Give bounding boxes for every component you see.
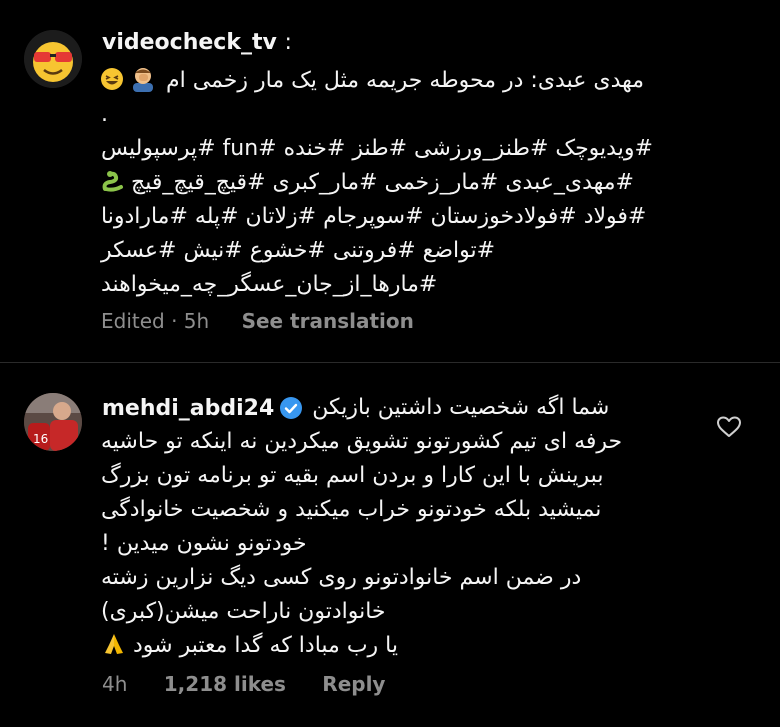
caption-hashtags-5[interactable]: #مارها_از_جان_عسگر_چه_میخواهند	[101, 268, 437, 302]
sunglasses-face-avatar	[24, 30, 82, 88]
caption-text-line-1: مهدی عبدی: در محوطه جریمه مثل یک مار زخم…	[166, 68, 645, 93]
reply-button[interactable]: Reply	[322, 672, 385, 696]
comment-header: mehdi_abdi24 شما اگه شخصیت داشتین بازیکن	[102, 391, 609, 425]
comment-line-5: خودتونو نشون میدین !	[101, 531, 307, 556]
snake-emoji	[101, 169, 125, 197]
man-facepalming-emoji	[130, 66, 156, 96]
comment-time: 4h	[102, 672, 128, 696]
caption-meta: Edited · 5h See translation	[101, 309, 414, 333]
caption-hashtags-1[interactable]: #ویدیوچک #طنز_ورزشی #طنز #خنده #fun #پرس…	[101, 132, 653, 166]
folded-hands-emoji	[101, 631, 127, 661]
caption-dot: .	[101, 102, 108, 127]
heart-icon[interactable]	[716, 415, 742, 439]
comment-line-3: ببرینش با این کارا و بردن اسم بقیه تو بر…	[101, 463, 604, 488]
caption-colon: :	[284, 30, 292, 55]
comment-line-4: نمیشید بلکه خودتونو خراب میکنید و شخصیت …	[101, 497, 602, 522]
svg-text:16: 16	[33, 432, 48, 446]
divider	[0, 362, 780, 363]
comment-line-8-row: یا رب مبادا که گدا معتبر شود	[101, 629, 398, 663]
comment-username[interactable]: mehdi_abdi24	[102, 396, 274, 421]
laughing-emoji	[100, 67, 124, 95]
comment-meta: 4h 1,218 likes Reply	[102, 672, 385, 696]
caption-line-1: مهدی عبدی: در محوطه جریمه مثل یک مار زخم…	[100, 64, 644, 98]
caption-hashtags-3[interactable]: #فولاد #فولادخوزستان #سوپرجام #زلاتان #پ…	[101, 200, 646, 234]
see-translation-button[interactable]: See translation	[242, 309, 414, 333]
comment-line-2: حرفه ای تیم کشورتونو تشویق میکردین نه ای…	[101, 429, 623, 454]
caption-hashtags-2-row: #مهدی_عبدی #مار_زخمی #مار_کبری #قیچ_قیچ_…	[101, 166, 634, 200]
comment-line-1: شما اگه شخصیت داشتین بازیکن	[312, 395, 610, 420]
caption-hashtags-2[interactable]: #مهدی_عبدی #مار_زخمی #مار_کبری #قیچ_قیچ_…	[131, 166, 634, 200]
comment-avatar[interactable]: 16	[24, 393, 82, 451]
caption-avatar[interactable]	[24, 30, 82, 88]
caption-hashtags-4[interactable]: #تواضع #فروتنی #خشوع #نیش #عسکر	[101, 234, 495, 268]
caption-username-text[interactable]: videocheck_tv	[102, 30, 277, 55]
player-photo-avatar: 16	[24, 393, 82, 451]
likes-count-button[interactable]: 1,218 likes	[164, 672, 286, 696]
comment-line-6: در ضمن اسم خانوادتونو روی کسی دیگ نزارین…	[101, 565, 582, 590]
verified-badge-icon	[280, 397, 303, 419]
comment-line-8: یا رب مبادا که گدا معتبر شود	[133, 633, 398, 658]
caption-username[interactable]: videocheck_tv :	[102, 30, 292, 55]
edited-time: Edited · 5h	[101, 309, 210, 333]
comment-line-7: خانوادتون ناراحت میشن(کبری)	[101, 599, 386, 624]
